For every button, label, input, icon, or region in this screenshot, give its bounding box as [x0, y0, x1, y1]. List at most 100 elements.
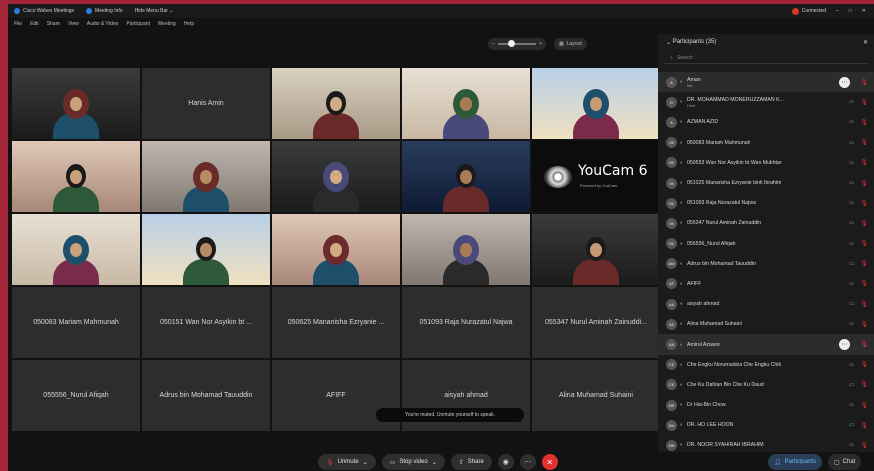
participant-row[interactable]: 05 ◐ 051025 Manarisha Ezryanie binti Ibrah…	[658, 173, 874, 193]
participant-row[interactable]: A ◐ AZMAN AZID ▭ 🎙︎	[658, 112, 874, 132]
mic-muted-icon[interactable]: 🎙︎	[860, 301, 868, 308]
mic-muted-icon[interactable]: 🎙︎	[860, 99, 868, 106]
menu-audio-video[interactable]: Audio & Video	[87, 21, 119, 27]
mic-muted-icon[interactable]: 🎙︎	[860, 79, 868, 86]
zoom-knob[interactable]	[507, 40, 515, 48]
participant-row[interactable]: DH ◐ DR. HO LEE HOON ▭ 🎙︎	[658, 415, 874, 435]
participant-video-tile[interactable]	[402, 214, 530, 285]
participant-tile[interactable]: Alina Muhamad Suhaini	[532, 360, 660, 431]
participant-tile[interactable]: 055556_Nurul Afiqah	[12, 360, 140, 431]
menu-meeting[interactable]: Meeting	[158, 21, 176, 27]
menu-help[interactable]: Help	[184, 21, 194, 27]
participant-row[interactable]: 05 ◐ 051093 Raja Nurazatul Najwa ▭ 🎙︎	[658, 193, 874, 213]
unmute-button[interactable]: 🎙︎ Unmute ⌄	[318, 454, 376, 470]
participant-row[interactable]: 05 ◐ 055556_Nurul Afiqah ▭ 🎙︎	[658, 234, 874, 254]
youcam-logo-icon	[544, 166, 572, 188]
maximize-button[interactable]: □	[849, 8, 852, 14]
mic-muted-icon[interactable]: 🎙︎	[860, 159, 868, 166]
participant-video-tile[interactable]	[402, 141, 530, 212]
mic-muted-icon[interactable]: 🎙︎	[860, 280, 868, 287]
participant-search[interactable]: ⌕ Search	[664, 52, 868, 64]
mic-muted-icon[interactable]: 🎙︎	[860, 381, 868, 388]
menu-file[interactable]: File	[14, 21, 22, 27]
panel-close-icon[interactable]: ✕	[863, 39, 868, 46]
menu-share[interactable]: Share	[47, 21, 60, 27]
participant-tile[interactable]: 050625 Mananisha Ezryanie ...	[272, 287, 400, 358]
participant-video-tile[interactable]: YouCam 6 Powered by YouCam	[532, 141, 660, 212]
participant-video-tile[interactable]	[272, 68, 400, 139]
participant-row[interactable]: 05 ◐ 055347 Nurul Aminah Zainuddin ▭ 🎙︎	[658, 213, 874, 233]
participant-tile[interactable]: 050083 Mariam Mahmunah	[12, 287, 140, 358]
participant-row[interactable]: DR ◐ Dr Hai-Bin Chow ▭ 🎙︎	[658, 395, 874, 415]
participant-video-tile[interactable]	[272, 141, 400, 212]
hide-menu-bar[interactable]: Hide Menu Bar ⌄	[135, 8, 174, 14]
participant-video-tile[interactable]	[532, 214, 660, 285]
participant-row[interactable]: DN ◐ DR. NOOR SYAHIRAH IBRAHIM ▭ 🎙︎	[658, 435, 874, 455]
connection-status[interactable]: Connected	[791, 7, 826, 15]
collapse-icon[interactable]: ⌄	[666, 39, 673, 46]
participants-button[interactable]: 👤︎ Participants	[768, 454, 822, 470]
participant-row[interactable]: D ◐ DR. MOHAMMAD MONERUZZAMAN K... Host ▭ 🎙︎	[658, 92, 874, 112]
participant-tile[interactable]: Adrus bin Mohamad Tauuddin	[142, 360, 270, 431]
stop-video-button[interactable]: ▭ Stop video ⌄	[381, 454, 445, 470]
zoom-out-icon[interactable]: −	[492, 41, 495, 47]
mic-muted-icon[interactable]: 🎙︎	[860, 422, 868, 429]
mic-muted-icon[interactable]: 🎙︎	[860, 341, 868, 348]
menu-participant[interactable]: Participant	[126, 21, 150, 27]
participant-video-tile[interactable]	[402, 68, 530, 139]
participant-row[interactable]: 05 ◐ 050083 Mariam Mahmunah ▭ 🎙︎	[658, 133, 874, 153]
layout-button[interactable]: ▦ Layout	[554, 38, 587, 50]
participant-row[interactable]: A ◐ Aman Me ⋯ 🎙︎	[658, 72, 874, 93]
participant-tile[interactable]: 055347 Nurul Aminah Zainuddi...	[532, 287, 660, 358]
record-icon: ◉	[502, 459, 509, 466]
participant-row[interactable]: AF ◐ AFIFF ▭ 🎙︎	[658, 274, 874, 294]
participant-video-tile[interactable]	[12, 141, 140, 212]
participant-video-tile[interactable]	[142, 214, 270, 285]
menu-edit[interactable]: Edit	[30, 21, 39, 27]
mic-muted-icon[interactable]: 🎙︎	[860, 442, 868, 449]
mic-muted-icon[interactable]: 🎙︎	[860, 139, 868, 146]
mic-muted-icon[interactable]: 🎙︎	[860, 260, 868, 267]
menu-view[interactable]: View	[68, 21, 79, 27]
mic-muted-icon[interactable]: 🎙︎	[860, 180, 868, 187]
participant-tile[interactable]: 050151 Wan Nor Asyikin bt ...	[142, 287, 270, 358]
app-title[interactable]: Cisco Webex Meetings	[14, 8, 74, 14]
minimize-button[interactable]: –	[836, 8, 839, 14]
participant-video-tile[interactable]	[532, 68, 660, 139]
more-options-button[interactable]: ⋯	[519, 454, 536, 470]
participant-video-tile[interactable]	[272, 214, 400, 285]
participant-name: 055347 Nurul Aminah Zainuddin	[687, 220, 762, 227]
zoom-in-icon[interactable]: +	[539, 41, 542, 47]
participant-row[interactable]: CE ◐ Che Engku Norumaidza Che Engku Chik ▭ 🎙…	[658, 355, 874, 375]
participants-header[interactable]: ⌄ Participants (35) ✕	[658, 34, 874, 50]
participant-row[interactable]: AA ◐ aisyah ahmad ▭ 🎙︎	[658, 294, 874, 314]
more-icon[interactable]: ⋯	[839, 76, 850, 88]
mic-muted-icon[interactable]: 🎙︎	[860, 321, 868, 328]
participant-row[interactable]: 05 ◐ 050553 Wan Nor Asyikin bt Wan Mukhtar…	[658, 153, 874, 173]
participant-tile[interactable]: 051093 Raja Nurazatul Najwa	[402, 287, 530, 358]
share-button[interactable]: ⇪ Share	[450, 454, 492, 470]
participant-tile-name: 055556_Nurul Afiqah	[43, 392, 109, 399]
leave-meeting-button[interactable]: ✕	[541, 454, 558, 470]
participant-row[interactable]: CK ◐ Che Ku Dahlan Bin Che Ku Daud ▭ 🎙︎	[658, 375, 874, 395]
zoom-slider[interactable]: − +	[488, 38, 546, 50]
mic-muted-icon[interactable]: 🎙︎	[860, 361, 868, 368]
mic-muted-icon[interactable]: 🎙︎	[860, 119, 868, 126]
mic-muted-icon[interactable]: 🎙︎	[860, 240, 868, 247]
participant-tile[interactable]: Hanis Amin	[142, 68, 270, 139]
participant-row[interactable]: AS ◐ Alina Muhamad Suhaini ▭ 🎙︎	[658, 314, 874, 334]
participant-video-tile[interactable]	[12, 68, 140, 139]
participant-video-tile[interactable]	[12, 214, 140, 285]
mic-muted-icon[interactable]: 🎙︎	[860, 402, 868, 409]
meeting-info[interactable]: Meeting Info	[86, 8, 123, 14]
more-icon[interactable]: ⋯	[839, 339, 850, 351]
participant-video-tile[interactable]	[142, 141, 270, 212]
chat-button[interactable]: ▢ Chat	[827, 454, 862, 470]
close-button[interactable]: ✕	[862, 8, 866, 14]
participant-row[interactable]: AA ◐ Amirul Azwani ⋯ 🎙︎	[658, 334, 874, 355]
mic-muted-icon[interactable]: 🎙︎	[860, 220, 868, 227]
mic-muted-icon[interactable]: 🎙︎	[860, 200, 868, 207]
record-button[interactable]: ◉	[497, 454, 514, 470]
participant-row[interactable]: AM ◐ Adrus bin Mohamad Tauuddin ▭ 🎙︎	[658, 254, 874, 274]
audio-status-icon: ◐	[680, 442, 684, 449]
